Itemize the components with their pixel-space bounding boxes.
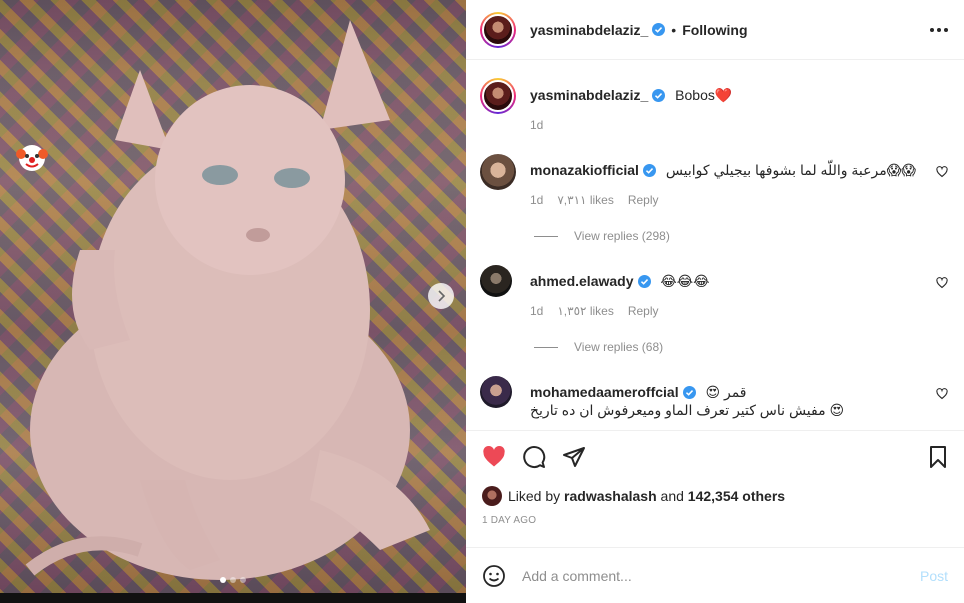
carousel-indicator xyxy=(0,577,466,583)
likes-count-link[interactable]: 142,354 others xyxy=(688,488,785,504)
chevron-right-icon xyxy=(438,290,446,302)
view-replies-label: View replies (298) xyxy=(574,229,670,243)
post-panel: yasminabdelaziz_ • Following yasminabdel… xyxy=(466,0,964,603)
replies-line xyxy=(534,346,558,348)
comment-row: ahmed.elawady 😂😂😂 1d ١,٣٥٢ likes Reply xyxy=(480,265,948,318)
share-icon[interactable] xyxy=(562,445,586,469)
author-username[interactable]: yasminabdelaziz_ xyxy=(530,22,648,38)
comment-row: mohamedaameroffcial قمر 😍 😍 مفيش ناس كتي… xyxy=(480,376,948,419)
caption-time: 1d xyxy=(530,118,544,132)
post-timestamp: 1 DAY AGO xyxy=(482,515,537,526)
post-media[interactable] xyxy=(0,0,466,603)
comment-text-line2: 😍 مفيش ناس كتير تعرف الماو وميعرفوش ان د… xyxy=(530,402,845,418)
reply-button[interactable]: Reply xyxy=(628,193,659,207)
comments-list[interactable]: yasminabdelaziz_ Bobos❤️ 1d monazakioffi… xyxy=(466,60,964,431)
header-separator: • xyxy=(671,21,677,38)
like-comment-icon[interactable] xyxy=(936,277,948,289)
comment-text: 😂😂😂 xyxy=(660,273,710,289)
liked-by-prefix: Liked by xyxy=(508,488,561,504)
verified-badge-icon xyxy=(637,275,651,288)
comment-username[interactable]: monazakiofficial xyxy=(530,162,639,178)
reply-button[interactable]: Reply xyxy=(628,304,659,318)
carousel-dot xyxy=(240,577,246,583)
liker-avatar[interactable] xyxy=(482,486,502,506)
comment-likes[interactable]: ١,٣٥٢ likes xyxy=(557,304,613,318)
comment-time: 1d xyxy=(530,193,544,207)
carousel-dot xyxy=(220,577,226,583)
verified-badge-icon xyxy=(682,386,696,399)
comment-row: monazakiofficial 😱😱مرعبة واللّه لما بشوف… xyxy=(480,154,948,207)
comment-avatar[interactable] xyxy=(480,376,512,408)
likes-summary: Liked by radwashalash and 142,354 others xyxy=(466,483,964,509)
comment-avatar[interactable] xyxy=(480,265,512,297)
more-options-icon[interactable] xyxy=(930,27,948,32)
clown-emoji-icon xyxy=(16,145,48,171)
comment-time: 1d xyxy=(530,304,544,318)
liker-username[interactable]: radwashalash xyxy=(564,488,657,504)
author-avatar[interactable] xyxy=(480,11,516,48)
caption-avatar[interactable] xyxy=(480,78,516,114)
comment-input[interactable] xyxy=(522,567,920,584)
comment-username[interactable]: mohamedaameroffcial xyxy=(530,384,679,400)
comment-avatar[interactable] xyxy=(480,154,516,190)
comment-icon[interactable] xyxy=(522,445,546,469)
post-comment-button[interactable]: Post xyxy=(920,568,948,584)
like-heart-icon[interactable] xyxy=(482,445,506,469)
media-bottom-bar xyxy=(0,593,466,603)
replies-line xyxy=(534,235,558,237)
save-bookmark-icon[interactable] xyxy=(926,445,950,469)
comment-username[interactable]: ahmed.elawady xyxy=(530,273,634,289)
sphynx-cat-photo xyxy=(25,20,430,580)
caption-row: yasminabdelaziz_ Bobos❤️ 1d xyxy=(480,78,948,132)
post-actions xyxy=(466,431,964,483)
following-button[interactable]: Following xyxy=(682,22,747,38)
like-comment-icon[interactable] xyxy=(936,388,948,400)
add-comment-bar: Post xyxy=(466,547,964,603)
carousel-dot xyxy=(230,577,236,583)
view-replies-button[interactable]: View replies (68) xyxy=(534,340,948,354)
like-comment-icon[interactable] xyxy=(936,166,948,178)
caption-text: Bobos❤️ xyxy=(675,87,733,103)
carousel-next-button[interactable] xyxy=(428,283,454,309)
comment-likes[interactable]: ٧,٣١١ likes xyxy=(557,193,613,207)
liked-by-and: and xyxy=(660,488,684,504)
comment-text: قمر 😍 xyxy=(705,384,747,400)
view-replies-label: View replies (68) xyxy=(574,340,664,354)
view-replies-button[interactable]: View replies (298) xyxy=(534,229,948,243)
verified-badge-icon xyxy=(652,89,666,102)
post-header: yasminabdelaziz_ • Following xyxy=(466,0,964,60)
comment-text: 😱😱مرعبة واللّه لما بشوفها بيجيلي كوابيس xyxy=(665,162,916,178)
caption-username[interactable]: yasminabdelaziz_ xyxy=(530,87,648,103)
verified-badge-icon xyxy=(642,164,656,177)
verified-badge-icon xyxy=(652,23,666,36)
emoji-picker-icon[interactable] xyxy=(482,564,506,588)
post-modal: yasminabdelaziz_ • Following yasminabdel… xyxy=(0,0,964,603)
